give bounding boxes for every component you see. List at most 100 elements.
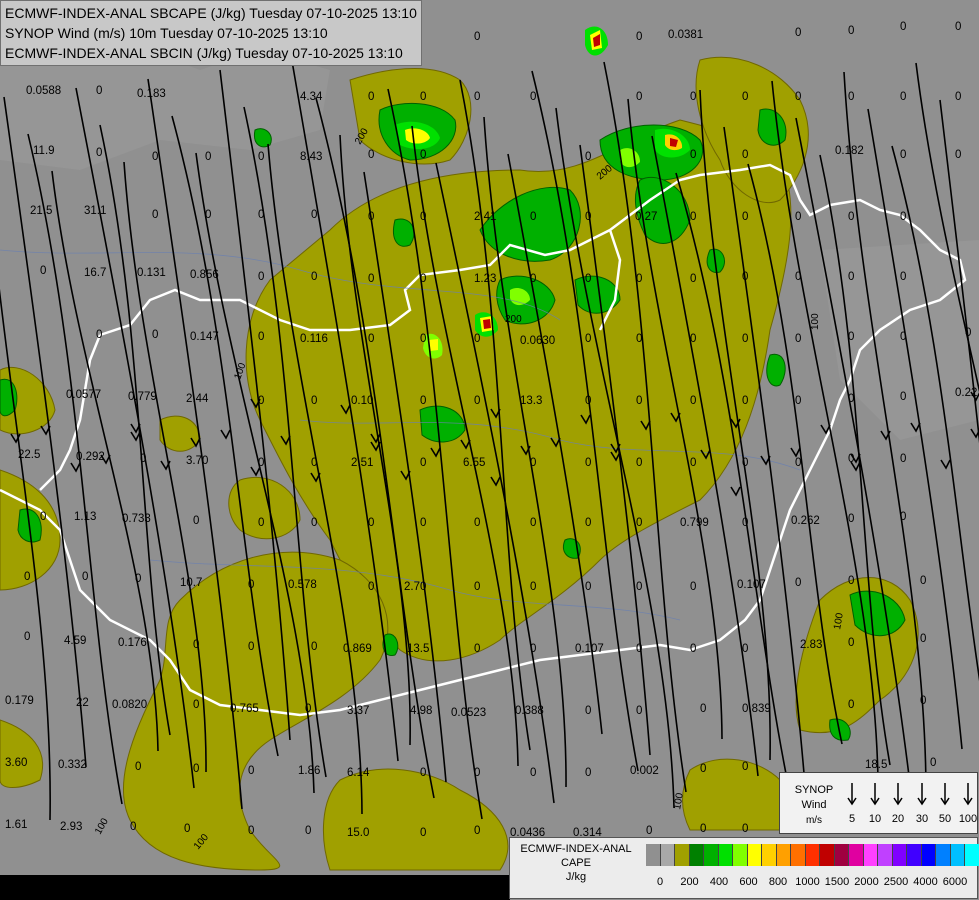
map-footer-band	[0, 875, 510, 900]
grid-value: 0.107	[575, 643, 604, 655]
cape-green-13	[393, 218, 415, 247]
grid-value: 13.5	[407, 643, 429, 655]
grid-value: 0.0577	[66, 389, 101, 401]
cape-color-swatch	[762, 844, 777, 866]
grid-value: 0.839	[742, 703, 771, 715]
cape-tick-label: 6000	[942, 876, 968, 888]
grid-value: 0	[40, 511, 46, 523]
grid-value: 0	[420, 395, 426, 407]
grid-value: 0	[420, 767, 426, 779]
wind-legend: SYNOP Wind m/s 5 10 20 30 50 100	[779, 772, 978, 834]
grid-value: 0	[636, 581, 642, 593]
grid-value: 0	[530, 581, 536, 593]
grid-value: 0	[690, 211, 696, 223]
title-line-wind: SYNOP Wind (m/s) 10m Tuesday 07-10-2025 …	[5, 25, 328, 41]
grid-value: 0.856	[190, 269, 219, 281]
grid-value: 0	[258, 331, 264, 343]
cape-color-swatch	[950, 844, 965, 866]
grid-value: 0	[636, 517, 642, 529]
grid-value: 0	[474, 395, 480, 407]
grid-value: 0	[900, 511, 906, 523]
grid-value: 0	[690, 643, 696, 655]
grid-value: 0	[474, 91, 480, 103]
wind-arrow-icon	[963, 783, 973, 806]
cape-color-swatch	[907, 844, 922, 866]
cape-legend-units: J/kg	[565, 871, 587, 883]
grid-value: 0	[474, 767, 480, 779]
grid-value: 1.61	[5, 819, 27, 831]
grid-value: 0	[690, 395, 696, 407]
cape-tick-label: 400	[709, 876, 729, 888]
grid-value: 0	[848, 331, 854, 343]
grid-value: 0	[40, 265, 46, 277]
grid-value: 0	[848, 637, 854, 649]
grid-value: 2.93	[60, 821, 82, 833]
grid-value: 0	[848, 91, 854, 103]
grid-value: 0	[135, 761, 141, 773]
grid-value: 0	[920, 575, 926, 587]
grid-value: 0	[305, 703, 311, 715]
cape-color-swatch	[675, 844, 690, 866]
grid-value: 0	[82, 571, 88, 583]
grid-value: 13.3	[520, 395, 542, 407]
grid-value: 0	[900, 391, 906, 403]
grid-value: 0	[258, 457, 264, 469]
grid-value: 0	[636, 31, 642, 43]
grid-value: 8.43	[300, 151, 322, 163]
grid-value: 0	[258, 209, 264, 221]
grid-value: 0	[848, 513, 854, 525]
cape-tick-label: 2500	[883, 876, 909, 888]
grid-value: 0	[690, 581, 696, 593]
grid-value: 3.60	[5, 757, 27, 769]
grid-value: 15.0	[347, 827, 369, 839]
grid-value: 0	[636, 395, 642, 407]
cape-color-swatch	[776, 844, 791, 866]
cape-tick-label: 1000	[795, 876, 820, 888]
grid-value: 0	[248, 579, 254, 591]
grid-value: 0.388	[515, 705, 544, 717]
cape-legend-title: ECMWF-INDEX-ANAL	[520, 843, 632, 855]
grid-value: 0	[205, 209, 211, 221]
grid-value: 0	[24, 571, 30, 583]
grid-value: 0	[636, 705, 642, 717]
grid-value: 0	[311, 395, 317, 407]
grid-value: 0.869	[343, 643, 372, 655]
cape-green-14	[766, 353, 786, 387]
cape-color-swatch	[936, 844, 951, 866]
wind-arrow-icon	[893, 783, 903, 806]
grid-value: 0	[193, 639, 199, 651]
grid-value: 0	[368, 149, 374, 161]
grid-value: 0	[193, 699, 199, 711]
grid-value: 0	[636, 333, 642, 345]
grid-value: 16.7	[84, 267, 106, 279]
grid-value: 0	[900, 91, 906, 103]
grid-value: 0	[96, 147, 102, 159]
grid-value: 0	[96, 329, 102, 341]
cape-color-swatch	[660, 844, 675, 866]
grid-value: 0	[368, 91, 374, 103]
wind-legend-title: SYNOP	[794, 784, 834, 796]
grid-value: 0	[152, 329, 158, 341]
grid-value: 0	[193, 515, 199, 527]
grid-value: 0	[311, 457, 317, 469]
grid-value: 1.86	[298, 765, 320, 777]
grid-value: 0	[690, 333, 696, 345]
grid-value: 0	[848, 393, 854, 405]
grid-value: 0	[420, 517, 426, 529]
grid-value: 0	[585, 767, 591, 779]
grid-value: 0	[368, 517, 374, 529]
grid-value: 0	[690, 91, 696, 103]
cape-color-swatch	[791, 844, 806, 866]
wind-speed-label: 5	[848, 813, 856, 825]
grid-value: 0	[368, 581, 374, 593]
grid-value: 0.262	[791, 515, 820, 527]
grid-value: 0	[585, 581, 591, 593]
grid-value: 21.5	[30, 205, 52, 217]
grid-value: 0	[368, 333, 374, 345]
grid-value: 0	[795, 395, 801, 407]
grid-value: 11.9	[33, 145, 55, 157]
grid-value: 0	[420, 827, 426, 839]
grid-value: 0.0630	[520, 335, 555, 347]
grid-value: 0.0588	[26, 85, 61, 97]
grid-value: 6.14	[347, 767, 370, 779]
